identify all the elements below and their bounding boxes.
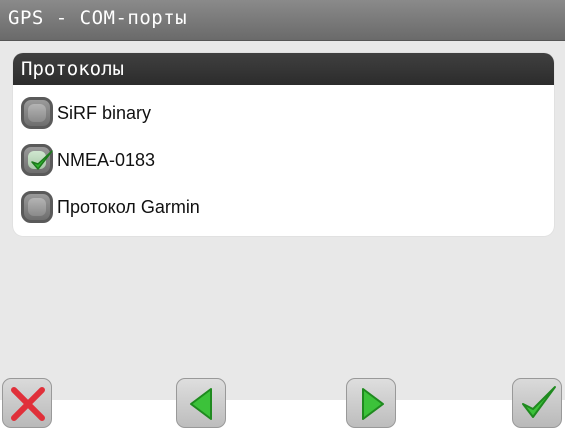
- bottom-toolbar: [0, 378, 565, 430]
- ok-button[interactable]: [512, 378, 562, 428]
- toolbar-strip: [0, 400, 565, 430]
- panel-header: Протоколы: [13, 53, 554, 85]
- option-garmin-protocol[interactable]: Протокол Garmin: [21, 189, 200, 225]
- checkbox-sirf-binary[interactable]: [21, 97, 53, 129]
- window-title: GPS - COM-порты: [8, 7, 188, 29]
- back-button[interactable]: [176, 378, 226, 428]
- checkbox-nmea-0183[interactable]: [21, 144, 53, 176]
- option-label: SiRF binary: [57, 102, 152, 123]
- option-label: Протокол Garmin: [57, 196, 200, 217]
- panel-title: Протоколы: [21, 58, 124, 80]
- checkbox-garmin-protocol[interactable]: [21, 191, 53, 223]
- option-label: NMEA-0183: [57, 149, 156, 170]
- close-icon: [11, 387, 45, 421]
- arrow-right-icon: [362, 388, 384, 420]
- option-nmea-0183[interactable]: NMEA-0183: [21, 142, 155, 178]
- arrow-left-icon: [190, 388, 212, 420]
- cancel-button[interactable]: [2, 378, 52, 428]
- checkmark-icon: [31, 150, 53, 170]
- title-bar: GPS - COM-порты: [0, 0, 565, 41]
- checkmark-icon: [522, 386, 556, 418]
- option-sirf-binary[interactable]: SiRF binary: [21, 95, 151, 131]
- forward-button[interactable]: [346, 378, 396, 428]
- protocols-panel: Протоколы SiRF binary NMEA-0183 Протокол…: [13, 53, 554, 236]
